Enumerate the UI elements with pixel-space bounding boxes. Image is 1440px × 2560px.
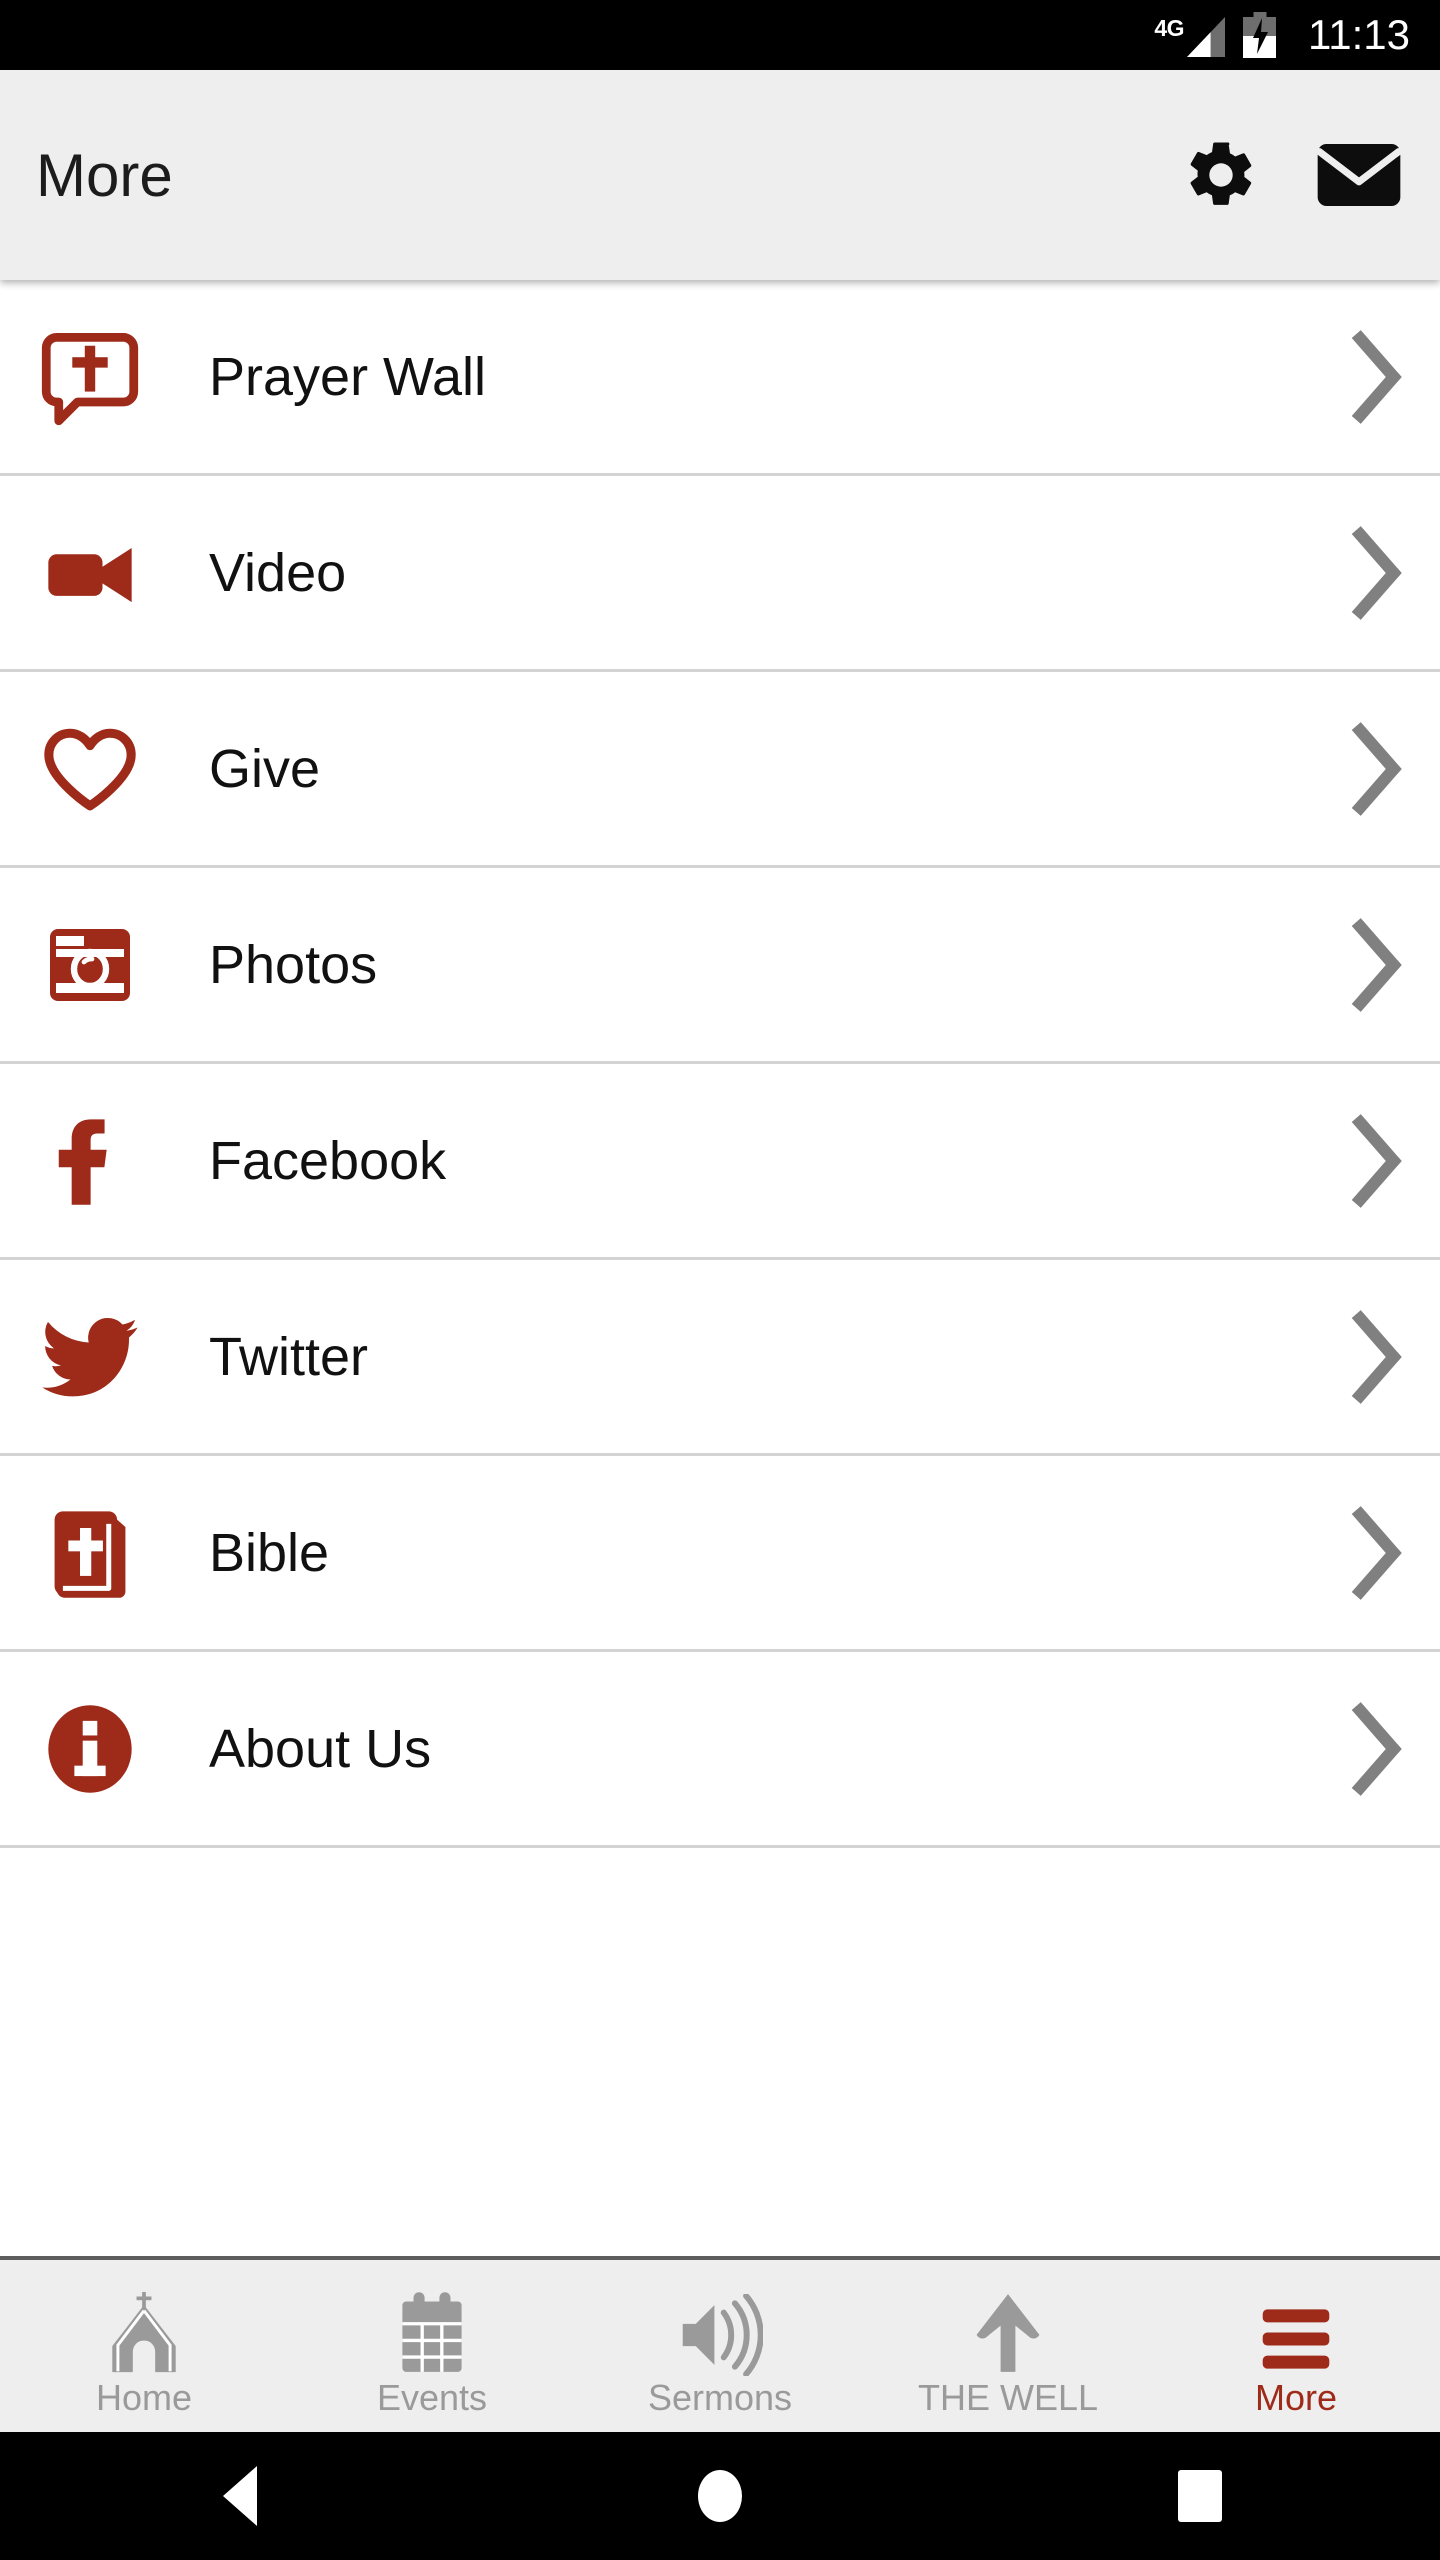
android-home-button[interactable] — [650, 2432, 790, 2560]
tab-home[interactable]: Home — [0, 2260, 288, 2432]
list-item[interactable]: Bible — [0, 1456, 1440, 1652]
bottom-tab-bar: Home Events Sermons THE WELL More — [0, 2256, 1440, 2432]
list-item-label: Give — [209, 738, 321, 799]
gear-icon — [1190, 142, 1252, 205]
chevron-right-icon — [1351, 721, 1402, 816]
recents-square-icon — [1178, 2470, 1222, 2522]
tab-sermons[interactable]: Sermons — [576, 2260, 864, 2432]
android-back-button[interactable] — [170, 2432, 310, 2560]
tab-the-well[interactable]: THE WELL — [864, 2260, 1152, 2432]
chevron-right-icon — [1351, 917, 1402, 1012]
list-item-label: Prayer Wall — [209, 346, 487, 407]
header-actions — [1178, 132, 1402, 218]
android-recents-button[interactable] — [1130, 2432, 1270, 2560]
facebook-f-icon — [38, 1109, 142, 1213]
hamburger-menu-icon — [1250, 2284, 1342, 2376]
list-item-label: Photos — [209, 934, 378, 995]
app-header: More — [0, 70, 1440, 280]
list-item-label: Twitter — [209, 1326, 369, 1387]
page-title: More — [36, 141, 173, 209]
chevron-right-icon — [1351, 1505, 1402, 1600]
more-menu-list: Prayer Wall Video Give Photos Facebook T… — [0, 280, 1440, 2256]
status-bar-icons: 4G 11:13 — [1154, 12, 1410, 58]
signal-indicator: 4G — [1154, 13, 1225, 57]
bible-book-cross-icon — [38, 1501, 142, 1605]
chevron-right-icon — [1351, 1309, 1402, 1404]
network-type-label: 4G — [1154, 15, 1184, 41]
settings-button[interactable] — [1178, 132, 1264, 218]
chevron-right-icon — [1351, 1113, 1402, 1208]
tab-more[interactable]: More — [1152, 2260, 1440, 2432]
status-bar-clock: 11:13 — [1308, 11, 1410, 58]
tab-label: More — [1254, 2377, 1338, 2418]
status-bar: 4G 11:13 — [0, 0, 1440, 70]
app-screen: 4G 11:13 More Prayer Wall Video Give Pho… — [0, 0, 1440, 2560]
prayer-speech-bubble-cross-icon — [38, 325, 142, 429]
chevron-right-icon — [1351, 329, 1402, 424]
info-circle-icon — [38, 1697, 142, 1801]
camera-icon — [38, 913, 142, 1017]
chevron-right-icon — [1351, 1701, 1402, 1796]
list-item[interactable]: Give — [0, 672, 1440, 868]
tab-label: THE WELL — [917, 2377, 1099, 2418]
back-triangle-icon — [223, 2466, 257, 2526]
android-nav-bar — [0, 2432, 1440, 2560]
calendar-icon — [386, 2284, 478, 2376]
tab-label: Events — [376, 2377, 488, 2418]
list-item-label: About Us — [209, 1718, 432, 1779]
list-item[interactable]: About Us — [0, 1652, 1440, 1848]
list-item[interactable]: Twitter — [0, 1260, 1440, 1456]
battery-charging-icon — [1243, 12, 1276, 58]
list-item[interactable]: Video — [0, 476, 1440, 672]
list-item-label: Facebook — [209, 1130, 447, 1191]
mail-button[interactable] — [1316, 132, 1402, 218]
tab-label: Home — [95, 2377, 193, 2418]
list-item-label: Video — [209, 542, 347, 603]
tab-events[interactable]: Events — [288, 2260, 576, 2432]
list-item[interactable]: Facebook — [0, 1064, 1440, 1260]
church-icon — [98, 2284, 190, 2376]
heart-outline-icon — [38, 717, 142, 821]
list-item[interactable]: Prayer Wall — [0, 280, 1440, 476]
video-camera-icon — [38, 521, 142, 625]
home-circle-icon — [698, 2470, 742, 2522]
list-item-label: Bible — [209, 1522, 330, 1583]
up-arrow-icon — [962, 2284, 1054, 2376]
list-item[interactable]: Photos — [0, 868, 1440, 1064]
twitter-bird-icon — [38, 1305, 142, 1409]
speaker-icon — [674, 2284, 766, 2376]
signal-bars-icon — [1187, 17, 1225, 57]
tab-label: Sermons — [647, 2377, 793, 2418]
chevron-right-icon — [1351, 525, 1402, 620]
envelope-icon — [1317, 144, 1401, 206]
